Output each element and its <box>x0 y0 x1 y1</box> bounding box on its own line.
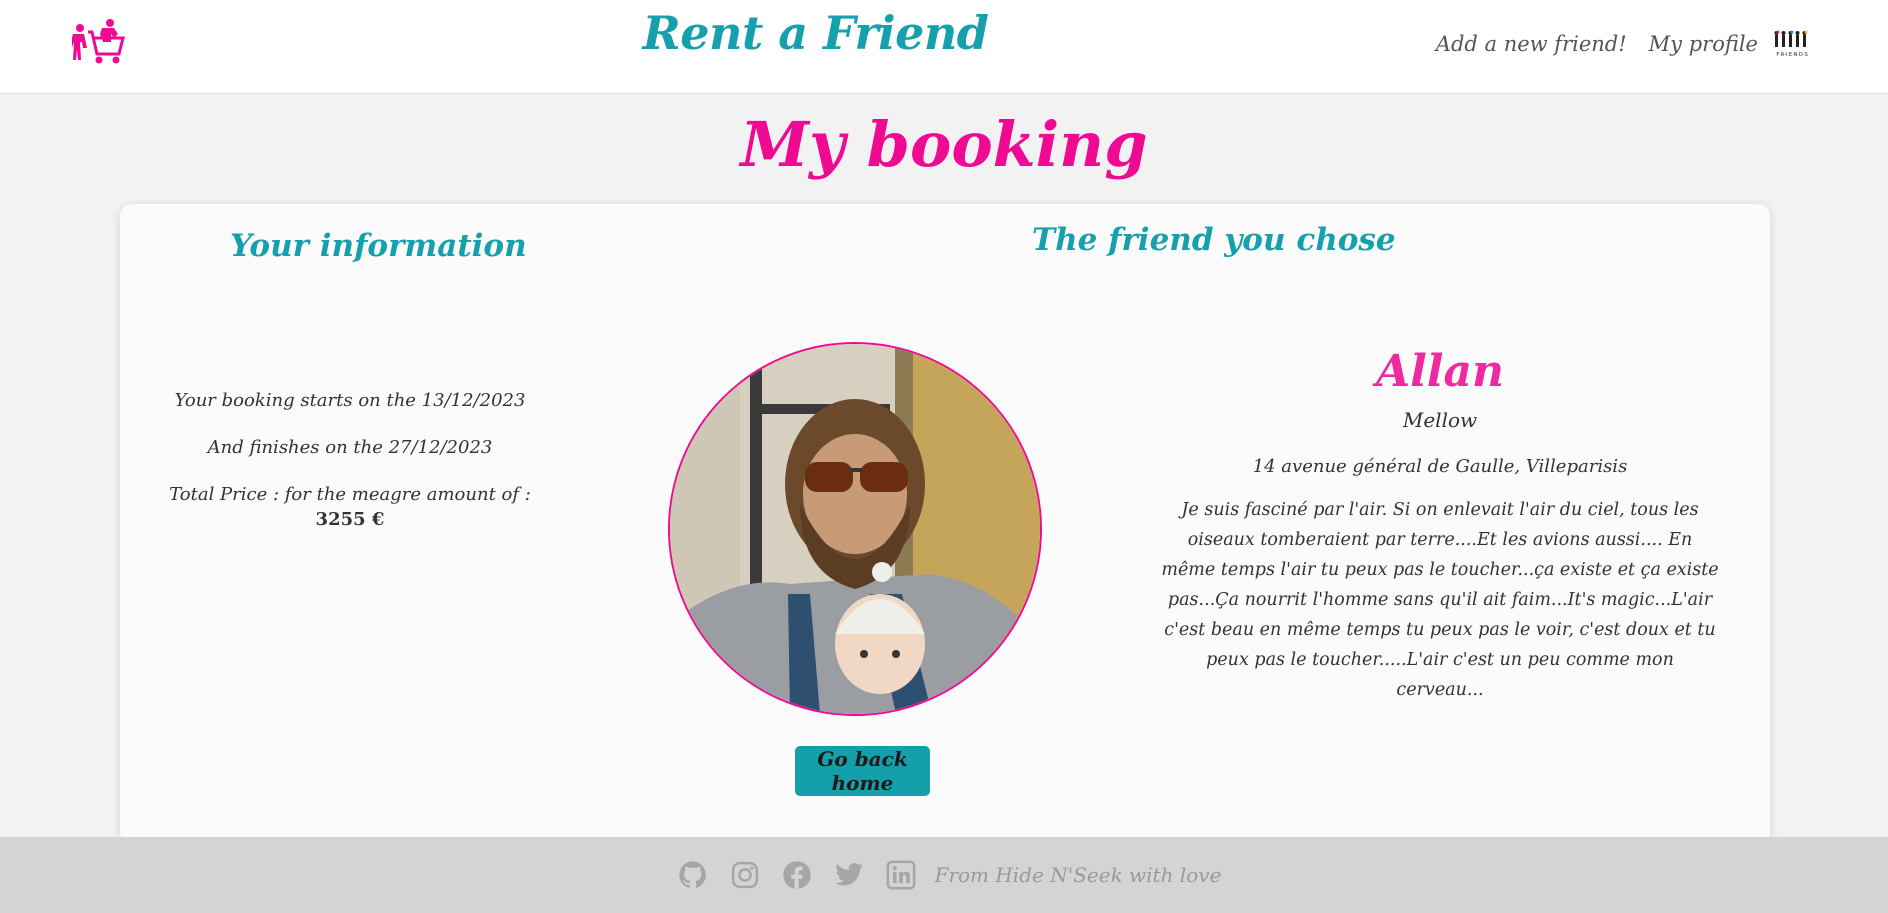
friend-photo <box>670 344 1040 714</box>
footer-text: From Hide N'Seek with love <box>934 863 1222 887</box>
friends-logo-text: F·R·I·E·N·D·S <box>1776 52 1807 58</box>
go-back-home-button[interactable]: Go back home <box>795 746 930 796</box>
friend-avatar <box>668 342 1042 716</box>
facebook-icon[interactable] <box>782 860 812 890</box>
booking-start-text: Your booking starts on the 13/12/2023 <box>174 390 526 411</box>
nav-profile-link[interactable]: My profile <box>1649 32 1758 56</box>
booking-end-text: And finishes on the 27/12/2023 <box>207 437 493 458</box>
friends-logo-icon[interactable]: F·R·I·E·N·D·S <box>1772 29 1812 59</box>
total-price-label: Total Price : for the meagre amount of : <box>169 484 531 505</box>
your-info-title: Your information <box>230 228 527 264</box>
twitter-icon[interactable] <box>834 860 864 890</box>
github-icon[interactable] <box>678 860 708 890</box>
nav-add-friend-link[interactable]: Add a new friend! <box>1436 32 1627 56</box>
total-price-value: 3255 € <box>315 509 385 530</box>
linkedin-icon[interactable] <box>886 860 916 890</box>
booking-card: Your information The friend you chose Yo… <box>120 204 1770 844</box>
navbar: Rent a Friend Add a new friend! My profi… <box>0 0 1888 94</box>
brand-title[interactable]: Rent a Friend <box>0 6 1631 60</box>
friend-description: Je suis fasciné par l'air. Si on enlevai… <box>1161 500 1719 700</box>
page-title: My booking <box>740 108 1148 181</box>
nav-links: Add a new friend! My profile F·R·I·E·N·D… <box>1414 22 1812 66</box>
your-info-block: Your booking starts on the 13/12/2023 An… <box>160 390 540 530</box>
friend-name: Allan <box>1375 346 1505 397</box>
friend-address: 14 avenue général de Gaulle, Villeparisi… <box>1252 456 1628 477</box>
friend-mood: Mellow <box>1402 408 1478 432</box>
instagram-icon[interactable] <box>730 860 760 890</box>
friend-section-title: The friend you chose <box>1032 222 1396 258</box>
footer: From Hide N'Seek with love <box>0 837 1888 913</box>
friend-details: Allan Mellow 14 avenue général de Gaulle… <box>1160 342 1720 705</box>
